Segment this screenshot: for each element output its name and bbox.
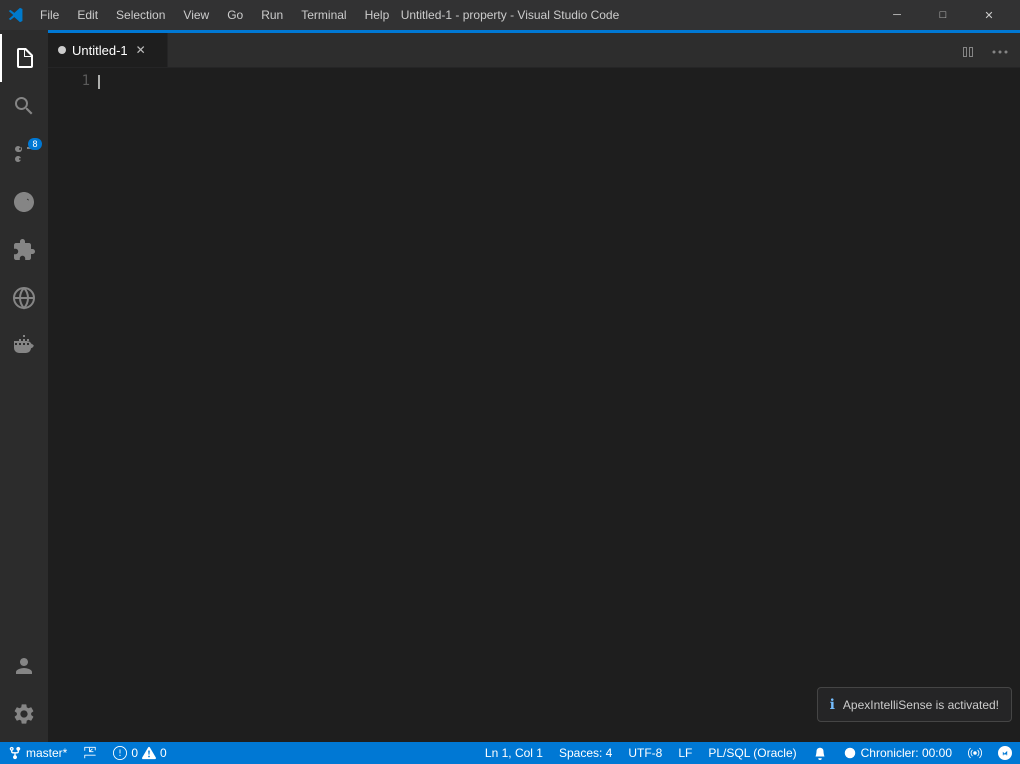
status-notification-bell[interactable] [805, 742, 835, 764]
run-icon [12, 190, 36, 214]
menu-go[interactable]: Go [219, 6, 251, 24]
status-language[interactable]: PL/SQL (Oracle) [700, 742, 804, 764]
activity-item-remote[interactable] [0, 274, 48, 322]
close-button[interactable]: ✕ [966, 0, 1012, 30]
notification-popup: ℹ ApexIntelliSense is activated! [817, 687, 1012, 722]
status-branch[interactable]: master* [0, 742, 75, 764]
more-icon [992, 44, 1008, 60]
line-numbers: 1 [48, 68, 98, 742]
more-actions-button[interactable] [988, 40, 1012, 67]
language-label: PL/SQL (Oracle) [708, 746, 796, 760]
status-sync[interactable] [75, 742, 105, 764]
chronicler-label: Chronicler: 00:00 [861, 746, 952, 760]
status-remote[interactable] [990, 742, 1020, 764]
menu-run[interactable]: Run [253, 6, 291, 24]
status-ln-col[interactable]: Ln 1, Col 1 [477, 742, 551, 764]
top-scrollbar-thumb [48, 30, 1020, 33]
status-broadcast[interactable] [960, 742, 990, 764]
activity-item-extensions[interactable] [0, 226, 48, 274]
activity-bar-bottom [0, 642, 48, 742]
activity-item-docker[interactable] [0, 322, 48, 370]
activity-item-source-control[interactable]: 8 [0, 130, 48, 178]
editor-content[interactable]: 1 ℹ ApexIntelliSense is activated! [48, 68, 1020, 742]
titlebar-title: Untitled-1 - property - Visual Studio Co… [401, 8, 620, 22]
line-number: 1 [56, 72, 90, 91]
warning-count: 0 [160, 746, 167, 760]
split-editor-icon [960, 44, 976, 60]
menu-selection[interactable]: Selection [108, 6, 173, 24]
titlebar: File Edit Selection View Go Run Terminal… [0, 0, 1020, 30]
minimize-button[interactable]: ─ [874, 0, 920, 30]
tab-label: Untitled-1 [72, 43, 128, 58]
source-control-badge: 8 [28, 138, 42, 150]
tab-dot [58, 46, 66, 54]
warning-icon [142, 746, 156, 760]
menu-terminal[interactable]: Terminal [293, 6, 354, 24]
menu-help[interactable]: Help [357, 6, 398, 24]
code-editor[interactable] [98, 68, 1020, 742]
docker-icon [12, 334, 36, 358]
notification-message: ApexIntelliSense is activated! [843, 698, 999, 712]
status-bar-right: Ln 1, Col 1 Spaces: 4 UTF-8 LF PL/SQL (O… [477, 742, 1020, 764]
branch-name: master* [26, 746, 67, 760]
vscode-logo-icon [8, 7, 24, 23]
text-cursor [98, 75, 100, 89]
main-layout: 8 [0, 30, 1020, 742]
titlebar-menu: File Edit Selection View Go Run Terminal… [32, 6, 397, 24]
top-scrollbar [48, 30, 1020, 33]
error-icon [113, 746, 127, 760]
status-chronicler[interactable]: Chronicler: 00:00 [835, 742, 960, 764]
eol-label: LF [678, 746, 692, 760]
bell-icon [813, 746, 827, 760]
sync-icon [83, 746, 97, 760]
extensions-icon [12, 238, 36, 262]
error-count: 0 [131, 746, 138, 760]
editor-area: Untitled-1 ✕ 1 [48, 30, 1020, 742]
split-editor-button[interactable] [956, 40, 980, 67]
search-icon [12, 94, 36, 118]
tab-untitled-1[interactable]: Untitled-1 ✕ [48, 32, 168, 67]
status-eol[interactable]: LF [670, 742, 700, 764]
spaces-label: Spaces: 4 [559, 746, 612, 760]
status-encoding[interactable]: UTF-8 [620, 742, 670, 764]
tab-close-button[interactable]: ✕ [134, 41, 148, 59]
titlebar-left: File Edit Selection View Go Run Terminal… [8, 6, 397, 24]
remote-icon [12, 286, 36, 310]
titlebar-controls: ─ □ ✕ [874, 0, 1012, 30]
status-bar-left: master* 0 0 [0, 742, 175, 764]
notification-info-icon: ℹ [830, 696, 835, 713]
account-icon [12, 654, 36, 678]
tabs-bar: Untitled-1 ✕ [48, 33, 1020, 68]
git-branch-icon [8, 746, 22, 760]
status-bar: master* 0 0 Ln 1, Col 1 Spaces: 4 UT [0, 742, 1020, 764]
ln-col-label: Ln 1, Col 1 [485, 746, 543, 760]
menu-edit[interactable]: Edit [69, 6, 106, 24]
encoding-label: UTF-8 [628, 746, 662, 760]
record-icon [843, 746, 857, 760]
menu-view[interactable]: View [175, 6, 217, 24]
activity-item-run[interactable] [0, 178, 48, 226]
broadcast-icon [968, 746, 982, 760]
files-icon [13, 46, 37, 70]
status-spaces[interactable]: Spaces: 4 [551, 742, 620, 764]
activity-item-explorer[interactable] [0, 34, 48, 82]
tabs-actions [948, 40, 1020, 67]
activity-item-settings[interactable] [0, 690, 48, 738]
remote-status-icon [998, 746, 1012, 760]
activity-item-account[interactable] [0, 642, 48, 690]
activity-item-search[interactable] [0, 82, 48, 130]
status-errors-warnings[interactable]: 0 0 [105, 742, 174, 764]
maximize-button[interactable]: □ [920, 0, 966, 30]
settings-icon [12, 702, 36, 726]
activity-bar: 8 [0, 30, 48, 742]
menu-file[interactable]: File [32, 6, 67, 24]
